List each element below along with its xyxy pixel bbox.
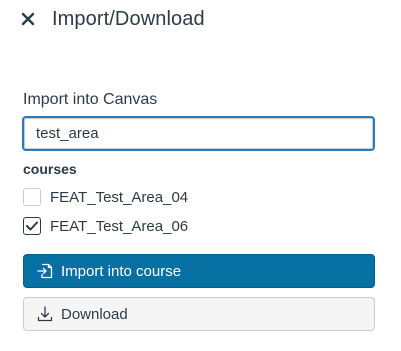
course-checkbox-04[interactable] — [23, 188, 41, 206]
import-icon — [36, 262, 54, 280]
download-icon — [36, 305, 54, 323]
import-download-tray: Import/Download Import into Canvas cours… — [0, 0, 401, 351]
close-icon — [21, 12, 35, 26]
tray-title: Import/Download — [52, 7, 205, 30]
course-name: FEAT_Test_Area_06 — [50, 217, 189, 235]
course-checkbox-06[interactable] — [23, 217, 41, 235]
tray-header: Import/Download — [18, 6, 205, 32]
checkmark-icon — [26, 221, 38, 231]
import-into-canvas-label: Import into Canvas — [23, 91, 158, 108]
import-button-label: Import into course — [61, 262, 182, 280]
import-into-course-button[interactable]: Import into course — [23, 254, 375, 288]
download-button[interactable]: Download — [23, 297, 375, 331]
course-option-06[interactable]: FEAT_Test_Area_06 — [23, 216, 188, 236]
download-button-label: Download — [61, 305, 128, 323]
course-name: FEAT_Test_Area_04 — [50, 188, 189, 206]
course-search-input[interactable] — [22, 116, 375, 151]
courses-label: courses — [23, 161, 77, 177]
course-option-04[interactable]: FEAT_Test_Area_04 — [23, 187, 188, 207]
close-button[interactable] — [18, 9, 38, 29]
